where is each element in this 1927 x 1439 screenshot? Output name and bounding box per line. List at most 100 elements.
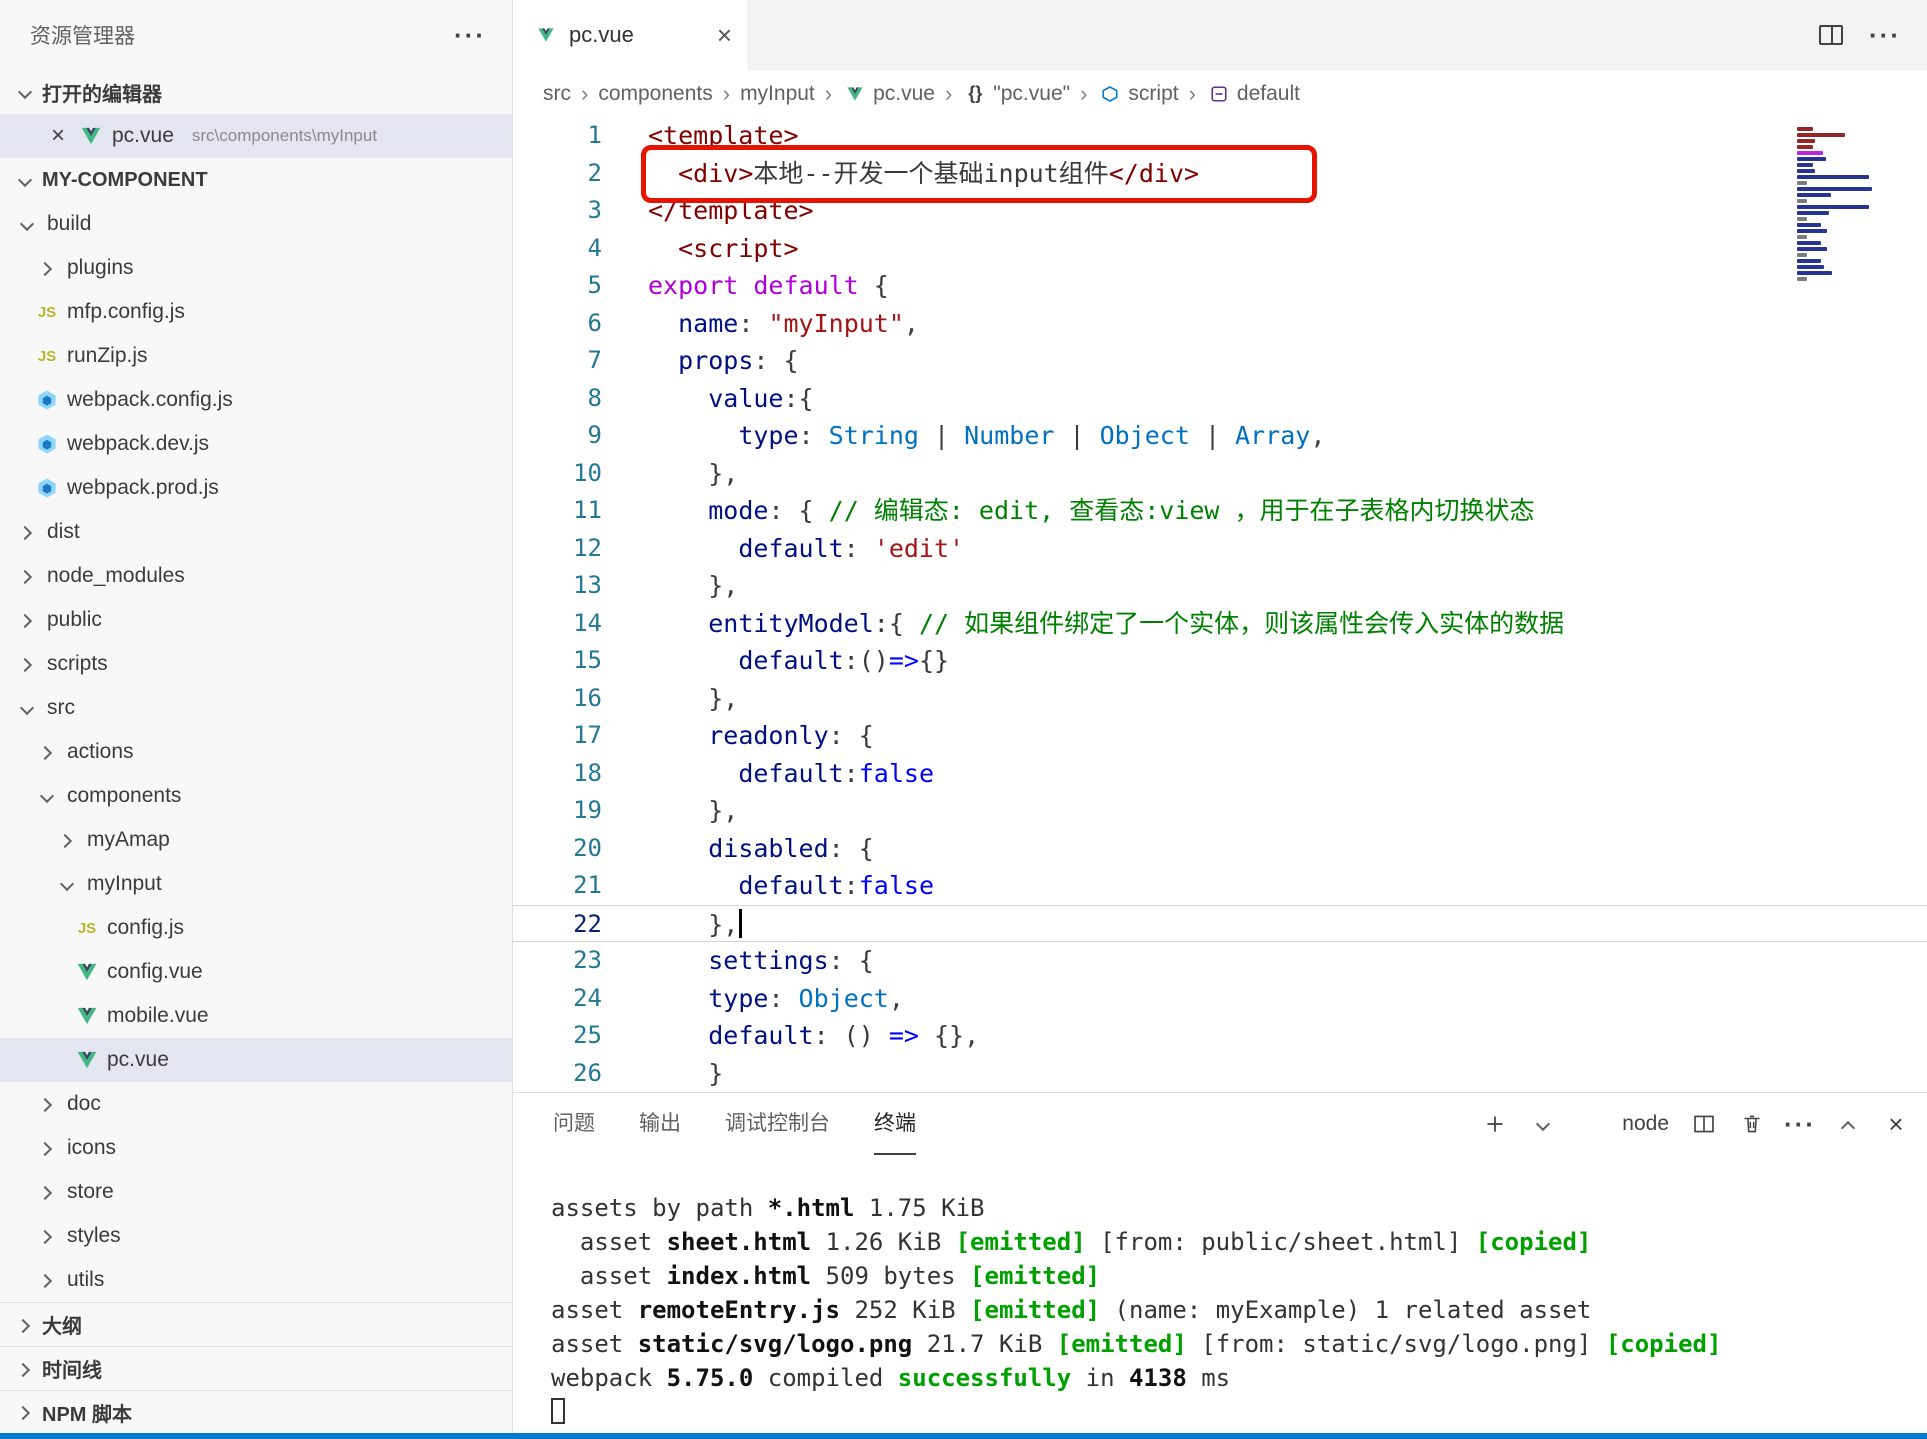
code-line-19[interactable]: 19 }, — [513, 792, 1927, 830]
tree-item-webpack.config.js[interactable]: webpack.config.js — [0, 378, 512, 422]
terminal-output[interactable]: assets by path *.html 1.75 KiB asset she… — [513, 1155, 1927, 1433]
panel-tab-output[interactable]: 输出 — [639, 1093, 681, 1155]
breadcrumb-symbol-default[interactable]: default — [1206, 81, 1300, 107]
tree-item-plugins[interactable]: plugins — [0, 246, 512, 290]
code-line-18[interactable]: 18 default:false — [513, 755, 1927, 793]
tree-item-config.vue[interactable]: config.vue — [0, 950, 512, 994]
panel-action-close-panel[interactable]: × — [1883, 1111, 1909, 1137]
tree-item-doc[interactable]: doc — [0, 1082, 512, 1126]
tab-pc-vue[interactable]: pc.vue × — [513, 0, 749, 70]
panel-tab-debug-console[interactable]: 调试控制台 — [725, 1093, 830, 1155]
code-line-22[interactable]: 22 }, — [513, 905, 1927, 943]
tree-item-styles[interactable]: styles — [0, 1214, 512, 1258]
tree-item-dist[interactable]: dist — [0, 510, 512, 554]
code-line-10[interactable]: 10 }, — [513, 455, 1927, 493]
code-line-26[interactable]: 26 } — [513, 1055, 1927, 1093]
tree-item-mfp.config.js[interactable]: JSmfp.config.js — [0, 290, 512, 334]
tree-item-actions[interactable]: actions — [0, 730, 512, 774]
panel-action-kill-terminal[interactable] — [1739, 1111, 1765, 1137]
minimap-line — [1797, 145, 1813, 149]
minimap-line — [1797, 163, 1813, 167]
code-line-21[interactable]: 21 default:false — [513, 867, 1927, 905]
tree-item-pc.vue[interactable]: pc.vue — [0, 1038, 512, 1082]
code-line-16[interactable]: 16 }, — [513, 680, 1927, 718]
section-npm-scripts[interactable]: NPM 脚本 — [0, 1390, 512, 1433]
code-line-3[interactable]: 3</template> — [513, 192, 1927, 230]
chevron-down-icon — [54, 871, 80, 897]
line-number: 25 — [513, 1017, 602, 1055]
tree-item-icons[interactable]: icons — [0, 1126, 512, 1170]
split-editor-icon[interactable] — [1819, 25, 1843, 45]
tree-item-label: dist — [47, 520, 80, 544]
tree-item-node_modules[interactable]: node_modules — [0, 554, 512, 598]
code-line-14[interactable]: 14 entityModel:{ // 如果组件绑定了一个实体，则该属性会传入实… — [513, 605, 1927, 643]
code-line-2[interactable]: 2 <div>本地--开发一个基础input组件</div> — [513, 155, 1927, 193]
chevron-right-icon — [34, 739, 60, 765]
minimap-line — [1797, 175, 1869, 179]
code-line-text: }, — [602, 792, 738, 830]
code-line-13[interactable]: 13 }, — [513, 567, 1927, 605]
panel-tab-terminal[interactable]: 终端 — [874, 1093, 916, 1155]
tree-item-mobile.vue[interactable]: mobile.vue — [0, 994, 512, 1038]
tree-item-components[interactable]: components — [0, 774, 512, 818]
panel-action-terminal-dropdown[interactable] — [1530, 1111, 1556, 1137]
breadcrumb-myinput[interactable]: myInput — [740, 82, 815, 106]
tree-item-webpack.prod.js[interactable]: webpack.prod.js — [0, 466, 512, 510]
code-line-11[interactable]: 11 mode: { // 编辑态: edit, 查看态:view ，用于在子表… — [513, 492, 1927, 530]
panel-action-new-terminal[interactable] — [1482, 1111, 1508, 1137]
tree-item-utils[interactable]: utils — [0, 1258, 512, 1302]
panel-tab-problems[interactable]: 问题 — [553, 1093, 595, 1155]
tree-item-scripts[interactable]: scripts — [0, 642, 512, 686]
breadcrumb-symbol-script[interactable]: script — [1097, 81, 1178, 107]
code-line-12[interactable]: 12 default: 'edit' — [513, 530, 1927, 568]
breadcrumb-file-pc-vue[interactable]: pc.vue — [842, 81, 935, 107]
code-line-7[interactable]: 7 props: { — [513, 342, 1927, 380]
tree-item-myInput[interactable]: myInput — [0, 862, 512, 906]
breadcrumb-components[interactable]: components — [598, 82, 712, 106]
code-line-8[interactable]: 8 value:{ — [513, 380, 1927, 418]
open-editors-section-header[interactable]: 打开的编辑器 — [0, 70, 512, 114]
code-line-1[interactable]: 1<template> — [513, 117, 1927, 155]
tree-item-src[interactable]: src — [0, 686, 512, 730]
tree-item-runZip.js[interactable]: JSrunZip.js — [0, 334, 512, 378]
panel-action-panel-more[interactable]: ··· — [1787, 1111, 1813, 1137]
explorer-more-icon[interactable]: ··· — [454, 30, 486, 40]
code-line-9[interactable]: 9 type: String | Number | Object | Array… — [513, 417, 1927, 455]
minimap-line — [1797, 127, 1813, 131]
tree-item-myAmap[interactable]: myAmap — [0, 818, 512, 862]
tree-item-webpack.dev.js[interactable]: webpack.dev.js — [0, 422, 512, 466]
split-icon — [1691, 1111, 1717, 1137]
panel-tabs: 问题输出调试控制台终端 — [553, 1093, 960, 1155]
project-section-header[interactable]: MY-COMPONENT — [0, 158, 512, 202]
code-line-5[interactable]: 5export default { — [513, 267, 1927, 305]
main-layout: 资源管理器 ··· 打开的编辑器 ×pc.vuesrc\components\m… — [0, 0, 1927, 1433]
panel-action-split-terminal[interactable] — [1691, 1111, 1717, 1137]
open-editor-item-pc.vue[interactable]: ×pc.vuesrc\components\myInput — [0, 114, 512, 158]
panel-action-maximize-panel[interactable] — [1835, 1111, 1861, 1137]
minimap[interactable] — [1797, 127, 1909, 281]
code-line-23[interactable]: 23 settings: { — [513, 942, 1927, 980]
code-line-24[interactable]: 24 type: Object, — [513, 980, 1927, 1018]
code-line-15[interactable]: 15 default:()=>{} — [513, 642, 1927, 680]
code-line-17[interactable]: 17 readonly: { — [513, 717, 1927, 755]
project-label: MY-COMPONENT — [42, 169, 208, 192]
tree-item-store[interactable]: store — [0, 1170, 512, 1214]
close-editor-icon[interactable]: × — [46, 122, 70, 150]
code-line-4[interactable]: 4 <script> — [513, 230, 1927, 268]
vue-icon — [74, 1047, 100, 1073]
code-line-20[interactable]: 20 disabled: { — [513, 830, 1927, 868]
tree-item-config.js[interactable]: JSconfig.js — [0, 906, 512, 950]
section-timeline[interactable]: 时间线 — [0, 1346, 512, 1390]
code-editor[interactable]: 1<template>2 <div>本地--开发一个基础input组件</div… — [513, 117, 1927, 1092]
panel-action-terminal-selector[interactable]: node — [1578, 1106, 1669, 1142]
section-outline[interactable]: 大纲 — [0, 1302, 512, 1346]
tree-item-build[interactable]: build — [0, 202, 512, 246]
breadcrumb-symbol-root[interactable]: {}"pc.vue" — [962, 81, 1070, 107]
tree-item-public[interactable]: public — [0, 598, 512, 642]
editor-more-icon[interactable]: ··· — [1869, 30, 1901, 40]
code-line-6[interactable]: 6 name: "myInput", — [513, 305, 1927, 343]
open-editor-path: src\components\myInput — [192, 126, 377, 146]
breadcrumb-src[interactable]: src — [543, 82, 571, 106]
code-line-25[interactable]: 25 default: () => {}, — [513, 1017, 1927, 1055]
close-tab-icon[interactable]: × — [717, 20, 732, 51]
